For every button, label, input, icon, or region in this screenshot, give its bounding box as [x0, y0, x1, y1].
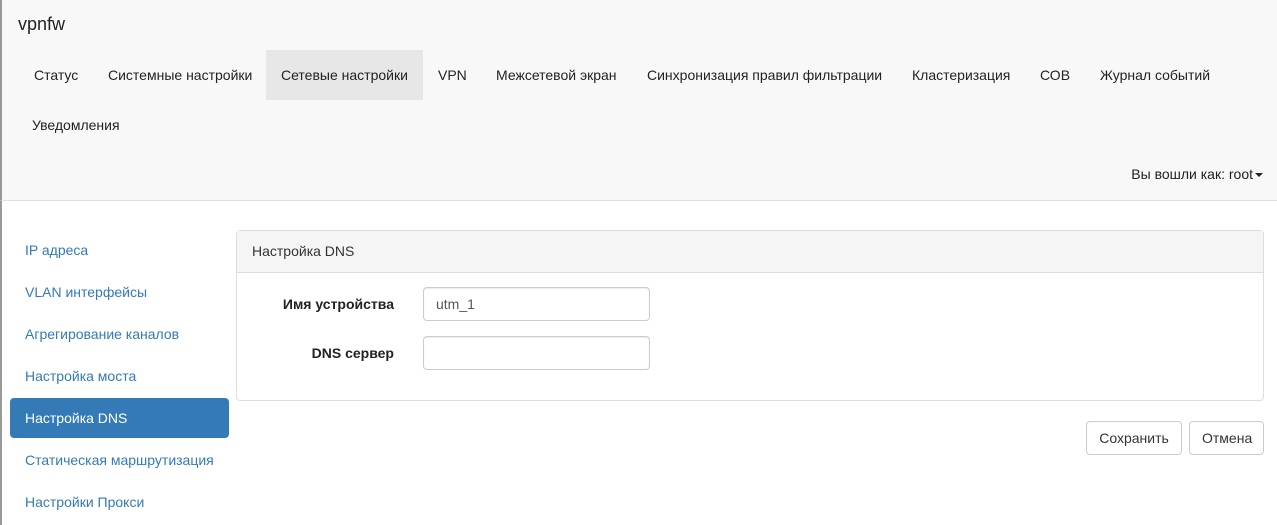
nav-firewall[interactable]: Межсетевой экран: [481, 50, 632, 100]
sidebar-item-bridge[interactable]: Настройка моста: [10, 356, 229, 396]
nav-network-settings[interactable]: Сетевые настройки: [266, 50, 423, 100]
sidebar-item-proxy[interactable]: Настройки Прокси: [10, 482, 229, 522]
brand-logo[interactable]: vpnfw: [18, 14, 65, 35]
sidebar-item-aggregation[interactable]: Агрегирование каналов: [10, 314, 229, 354]
sidebar-item-ip[interactable]: IP адреса: [10, 230, 229, 270]
cancel-button[interactable]: Отмена: [1189, 421, 1264, 455]
top-navbar: vpnfw Статус Системные настройки Сетевые…: [0, 0, 1277, 201]
left-border: [0, 201, 2, 525]
hostname-input[interactable]: [423, 287, 650, 321]
user-menu[interactable]: Вы вошли как: root: [1131, 166, 1263, 182]
nav-event-log[interactable]: Журнал событий: [1085, 50, 1225, 100]
nav-vpn[interactable]: VPN: [423, 50, 482, 100]
nav-notifications[interactable]: Уведомления: [17, 100, 135, 150]
nav-ids[interactable]: СОВ: [1025, 50, 1085, 100]
sidebar-item-vlan[interactable]: VLAN интерфейсы: [10, 272, 229, 312]
dns-server-input[interactable]: [423, 336, 650, 370]
save-button[interactable]: Сохранить: [1086, 421, 1182, 455]
nav-clustering[interactable]: Кластеризация: [897, 50, 1025, 100]
nav-status[interactable]: Статус: [19, 50, 93, 100]
nav-filter-sync[interactable]: Синхронизация правил фильтрации: [632, 50, 897, 100]
nav-system-settings[interactable]: Системные настройки: [93, 50, 267, 100]
hostname-label: Имя устройства: [282, 296, 394, 312]
user-label: Вы вошли как: root: [1131, 166, 1253, 182]
sidebar-item-static-routing[interactable]: Статическая маршрутизация: [10, 440, 229, 480]
sidebar-item-dns[interactable]: Настройка DNS: [10, 398, 229, 438]
dns-server-label: DNS сервер: [311, 345, 394, 361]
dns-settings-panel: Настройка DNS Имя устройства DNS сервер: [236, 230, 1264, 401]
panel-title: Настройка DNS: [237, 231, 1263, 273]
caret-down-icon: [1255, 173, 1263, 178]
